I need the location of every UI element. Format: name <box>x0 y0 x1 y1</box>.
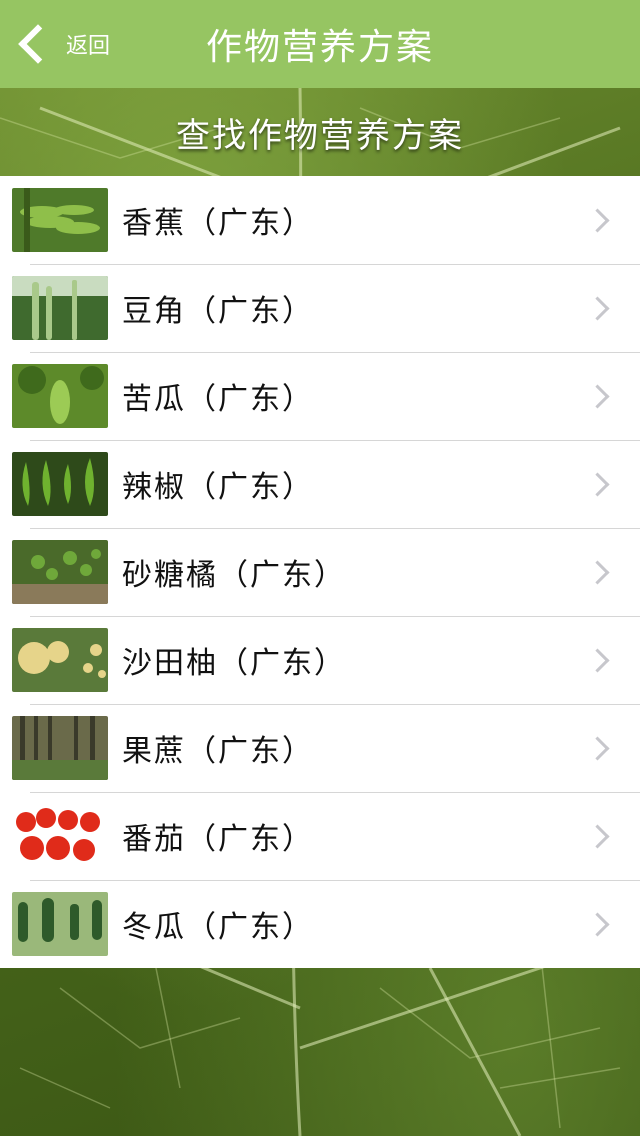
banana-photo <box>12 188 108 252</box>
list-item-label: 沙田柚（广东） <box>122 646 346 681</box>
list-item-banana[interactable]: 香蕉（广东） <box>0 176 640 264</box>
list-item-sugarcane[interactable]: 果蔗（广东） <box>0 704 640 792</box>
crop-list: 香蕉（广东） 豆角（广东） 苦瓜（广东） 辣椒（广东） 砂糖橘（广东） 沙田柚（… <box>0 176 640 968</box>
list-item-bitter-melon[interactable]: 苦瓜（广东） <box>0 352 640 440</box>
list-item-label: 香蕉（广东） <box>122 206 314 241</box>
chevron-right-icon <box>585 471 610 497</box>
list-item-tomato[interactable]: 番茄（广东） <box>0 792 640 880</box>
chevron-right-icon <box>585 383 610 409</box>
mandarin-photo <box>12 540 108 604</box>
list-item-wax-gourd[interactable]: 冬瓜（广东） <box>0 880 640 968</box>
chevron-right-icon <box>585 911 610 937</box>
sugarcane-photo <box>12 716 108 780</box>
navigation-bar: 返回 作物营养方案 <box>0 0 640 88</box>
list-item-chili[interactable]: 辣椒（广东） <box>0 440 640 528</box>
chevron-right-icon <box>585 735 610 761</box>
bitter-melon-photo <box>12 364 108 428</box>
list-item-label: 番茄（广东） <box>122 822 314 857</box>
list-item-pomelo[interactable]: 沙田柚（广东） <box>0 616 640 704</box>
wax-gourd-photo <box>12 892 108 956</box>
list-item-label: 苦瓜（广东） <box>122 382 314 417</box>
cowpea-photo <box>12 276 108 340</box>
list-item-label: 豆角（广东） <box>122 294 314 329</box>
chevron-right-icon <box>585 207 610 233</box>
chevron-right-icon <box>585 295 610 321</box>
list-item-label: 冬瓜（广东） <box>122 910 314 945</box>
page-title: 作物营养方案 <box>205 27 434 68</box>
list-item-label: 果蔗（广东） <box>122 734 314 769</box>
chevron-right-icon <box>585 823 610 849</box>
chevron-right-icon <box>585 647 610 673</box>
tomato-photo <box>12 804 108 868</box>
list-item-mandarin[interactable]: 砂糖橘（广东） <box>0 528 640 616</box>
list-item-cowpea[interactable]: 豆角（广东） <box>0 264 640 352</box>
list-item-label: 砂糖橘（广东） <box>122 558 346 593</box>
chili-photo <box>12 452 108 516</box>
chevron-right-icon <box>585 559 610 585</box>
pomelo-photo <box>12 628 108 692</box>
list-item-label: 辣椒（广东） <box>122 470 314 505</box>
section-title: 查找作物营养方案 <box>176 116 464 156</box>
